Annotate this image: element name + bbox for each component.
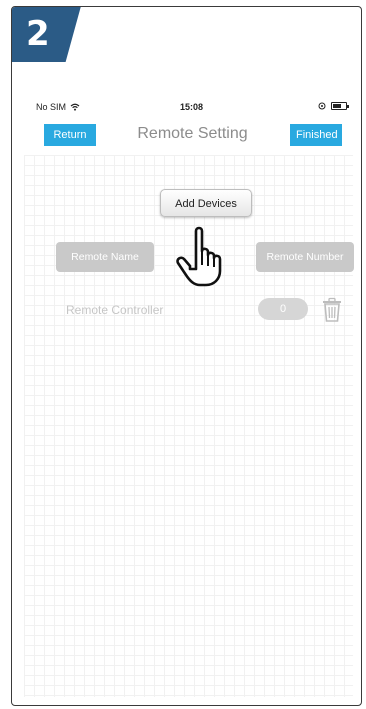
- remote-controller-label: Remote Controller: [66, 303, 164, 317]
- status-bar: No SIM 15:08: [36, 102, 349, 116]
- trash-icon[interactable]: [320, 297, 344, 323]
- battery-icon: [331, 102, 349, 110]
- hand-pointer-icon: [176, 226, 222, 287]
- step-number: 2: [26, 14, 50, 54]
- remote-name-button[interactable]: Remote Name: [56, 242, 154, 272]
- remote-count-badge[interactable]: 0: [258, 298, 308, 320]
- remote-number-button[interactable]: Remote Number: [256, 242, 354, 272]
- tutorial-frame: 2 No SIM 15:08 Return Remote Setting Fin…: [11, 6, 362, 706]
- navbar: Return Remote Setting Finished: [34, 121, 351, 149]
- add-devices-button[interactable]: Add Devices: [160, 189, 252, 217]
- status-right: [318, 102, 349, 110]
- lock-rotation-icon: [318, 102, 326, 110]
- finished-button[interactable]: Finished: [290, 124, 342, 146]
- status-time: 15:08: [179, 102, 204, 112]
